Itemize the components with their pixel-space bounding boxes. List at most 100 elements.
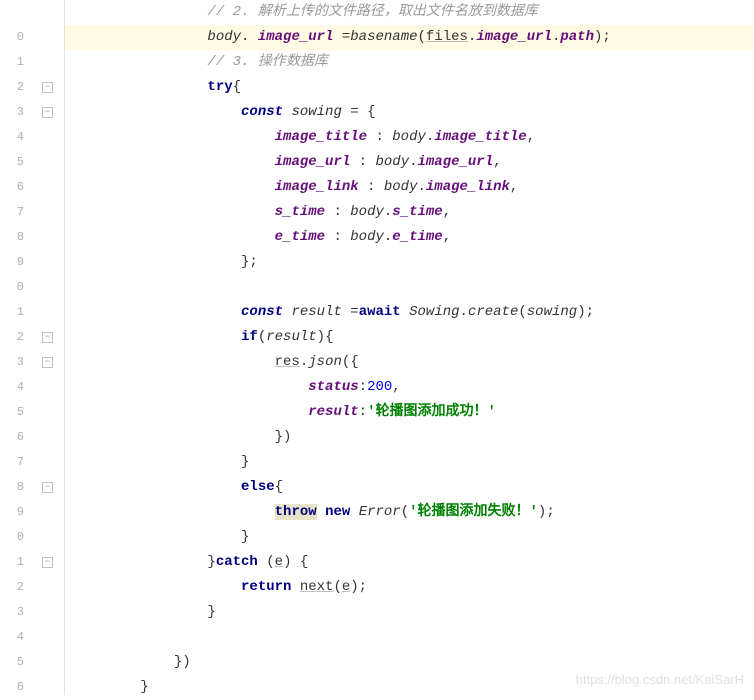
line-number: 3 — [0, 350, 24, 375]
line-number — [0, 0, 24, 25]
line-number: 9 — [0, 250, 24, 275]
code-token: } — [241, 454, 249, 470]
line-number: 5 — [0, 150, 24, 175]
code-token: : — [325, 204, 350, 220]
code-token: , — [443, 229, 451, 245]
code-token: : — [350, 154, 375, 170]
fold-toggle-icon[interactable]: − — [42, 557, 53, 568]
line-number: 0 — [0, 25, 24, 50]
code-token: files — [426, 29, 468, 45]
fold-toggle-icon[interactable]: − — [42, 82, 53, 93]
code-token: }) — [174, 654, 191, 670]
code-line[interactable]: } — [65, 450, 754, 475]
line-number: 6 — [0, 425, 24, 450]
code-line[interactable]: } — [65, 525, 754, 550]
code-line[interactable] — [65, 275, 754, 300]
code-line[interactable]: else{ — [65, 475, 754, 500]
code-token: 200 — [367, 379, 392, 395]
code-token: sowing — [527, 304, 577, 320]
code-token — [291, 579, 299, 595]
line-number: 7 — [0, 200, 24, 225]
code-line[interactable]: throw new Error('轮播图添加失败！'); — [65, 500, 754, 525]
code-token: { — [325, 329, 333, 345]
code-line[interactable]: try{ — [65, 75, 754, 100]
code-token: sowing — [291, 104, 341, 120]
code-line[interactable]: status:200, — [65, 375, 754, 400]
code-token: } — [241, 529, 249, 545]
fold-toggle-icon[interactable]: − — [42, 332, 53, 343]
code-token: else — [241, 479, 275, 495]
code-line[interactable]: result:'轮播图添加成功！' — [65, 400, 754, 425]
code-line[interactable]: body. image_url =basename(files.image_ur… — [65, 25, 754, 50]
code-token: json — [308, 354, 342, 370]
code-token: image_link — [275, 179, 359, 195]
code-line[interactable]: // 2. 解析上传的文件路径，取出文件名放到数据库 — [65, 0, 754, 25]
code-token: // 2. 解析上传的文件路径，取出文件名放到数据库 — [207, 4, 537, 20]
code-token: body — [375, 154, 409, 170]
code-token: , — [510, 179, 518, 195]
code-line[interactable]: return next(e); — [65, 575, 754, 600]
code-token: { — [233, 79, 241, 95]
line-number: 3 — [0, 600, 24, 625]
code-token: ); — [350, 579, 367, 595]
code-token: image_url — [275, 154, 351, 170]
code-token: image_title — [434, 129, 526, 145]
code-token: : — [359, 404, 367, 420]
code-token: e — [275, 554, 283, 570]
code-token: } — [207, 604, 215, 620]
code-line[interactable]: res.json({ — [65, 350, 754, 375]
line-number: 2 — [0, 325, 24, 350]
code-line[interactable]: const result =await Sowing.create(sowing… — [65, 300, 754, 325]
code-line[interactable]: image_url : body.image_url, — [65, 150, 754, 175]
code-token: result — [291, 304, 341, 320]
code-line[interactable] — [65, 625, 754, 650]
code-line[interactable]: image_link : body.image_link, — [65, 175, 754, 200]
code-token: : — [367, 129, 392, 145]
code-line[interactable]: // 3. 操作数据库 — [65, 50, 754, 75]
code-token: const — [241, 304, 291, 320]
line-number: 2 — [0, 75, 24, 100]
fold-toggle-icon[interactable]: − — [42, 482, 53, 493]
code-token: , — [493, 154, 501, 170]
code-token: create — [468, 304, 518, 320]
watermark: https://blog.csdn.net/KaiSarH — [576, 672, 744, 687]
line-number: 1 — [0, 300, 24, 325]
code-line[interactable]: }; — [65, 250, 754, 275]
code-token: ); — [577, 304, 594, 320]
code-line[interactable]: }catch (e) { — [65, 550, 754, 575]
code-token: ( — [401, 504, 409, 520]
code-token: body — [350, 204, 384, 220]
code-token: image_title — [275, 129, 367, 145]
code-token: // 3. 操作数据库 — [207, 54, 327, 70]
line-number: 3 — [0, 100, 24, 125]
code-line[interactable]: } — [65, 600, 754, 625]
code-token: = — [342, 304, 359, 320]
code-token: Sowing — [409, 304, 459, 320]
code-line[interactable]: e_time : body.e_time, — [65, 225, 754, 250]
code-token: throw — [275, 504, 317, 520]
code-line[interactable]: }) — [65, 425, 754, 450]
code-line[interactable]: s_time : body.s_time, — [65, 200, 754, 225]
code-token: new — [325, 504, 350, 520]
code-token: ) — [317, 329, 325, 345]
code-token — [317, 504, 325, 520]
code-token: . — [300, 354, 308, 370]
code-token: , — [527, 129, 535, 145]
line-number: 7 — [0, 450, 24, 475]
code-editor[interactable]: // 2. 解析上传的文件路径，取出文件名放到数据库 body. image_u… — [65, 0, 754, 700]
code-token: body — [207, 29, 241, 45]
code-token: . — [460, 304, 468, 320]
code-token: next — [300, 579, 334, 595]
code-token: ); — [594, 29, 611, 45]
fold-toggle-icon[interactable]: − — [42, 357, 53, 368]
code-line[interactable]: const sowing = { — [65, 100, 754, 125]
code-token: , — [443, 204, 451, 220]
code-token: ( — [418, 29, 426, 45]
fold-toggle-icon[interactable]: − — [42, 107, 53, 118]
code-token: ( — [518, 304, 526, 320]
code-line[interactable]: image_title : body.image_title, — [65, 125, 754, 150]
code-line[interactable]: if(result){ — [65, 325, 754, 350]
code-token: status — [308, 379, 358, 395]
code-token: }) — [275, 429, 292, 445]
line-number: 0 — [0, 275, 24, 300]
